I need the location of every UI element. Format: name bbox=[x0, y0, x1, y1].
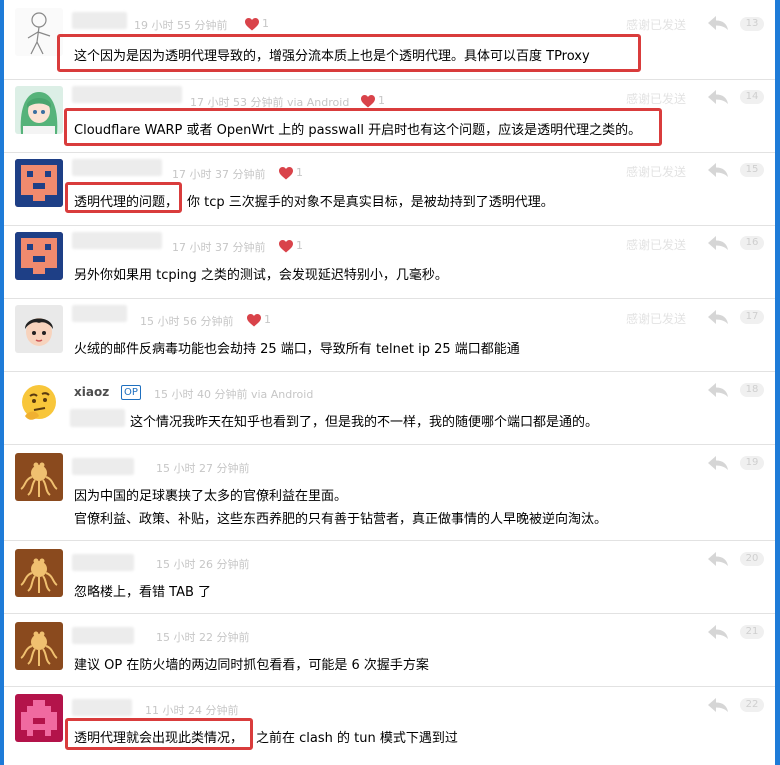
reply-time: 15 小时 27 分钟前 bbox=[156, 462, 250, 475]
spaghetti-monster-avatar[interactable] bbox=[15, 453, 63, 501]
floor-number: 13 bbox=[740, 17, 764, 31]
thank-sent-label: 感谢已发送 bbox=[626, 165, 687, 179]
reply-item: 17 小时 53 分钟前 via Android 1 感谢已发送 14 Clou… bbox=[4, 80, 775, 153]
reply-arrow-icon[interactable] bbox=[707, 309, 729, 325]
highlight-box bbox=[57, 34, 641, 72]
thank-sent-label: 感谢已发送 bbox=[626, 312, 687, 326]
pixel-invader-avatar[interactable] bbox=[15, 159, 63, 207]
username-redacted bbox=[72, 86, 182, 103]
heart-icon bbox=[279, 240, 293, 253]
reply-time: 19 小时 55 分钟前 bbox=[134, 19, 228, 32]
reply-time: 11 小时 24 分钟前 bbox=[145, 704, 239, 717]
reply-arrow-icon[interactable] bbox=[707, 697, 729, 713]
reply-content: 因为中国的足球裹挟了太多的官僚利益在里面。 bbox=[74, 489, 348, 504]
thank-sent-label: 感谢已发送 bbox=[626, 238, 687, 252]
heart-icon bbox=[247, 314, 261, 327]
username-redacted bbox=[72, 554, 134, 571]
reply-content: 之前在 clash 的 tun 模式下遇到过 bbox=[256, 731, 458, 746]
thinking-emoji-avatar[interactable] bbox=[15, 380, 63, 428]
reply-content: 忽略楼上，看错 TAB 了 bbox=[74, 585, 212, 600]
reply-item: xiaoz OP 15 小时 40 分钟前 via Android 18 这个情… bbox=[4, 372, 775, 445]
reply-content: 你 tcp 三次握手的对象不是真实目标，是被劫持到了透明代理。 bbox=[187, 195, 554, 210]
username[interactable]: xiaoz bbox=[74, 385, 109, 399]
heart-icon bbox=[245, 18, 259, 31]
sketch-figure-avatar[interactable] bbox=[15, 8, 63, 56]
floor-number: 15 bbox=[740, 163, 764, 177]
username-redacted bbox=[72, 699, 132, 716]
reply-item: 15 小时 26 分钟前 20 忽略楼上，看错 TAB 了 bbox=[4, 541, 775, 614]
username-redacted bbox=[72, 12, 127, 29]
pink-pixel-avatar[interactable] bbox=[15, 694, 63, 742]
spaghetti-monster-avatar[interactable] bbox=[15, 549, 63, 597]
window-frame-right bbox=[775, 0, 780, 765]
reply-time: 15 小时 22 分钟前 bbox=[156, 631, 250, 644]
reply-item: 19 小时 55 分钟前 1 感谢已发送 13 这个因为是因为透明代理导致的，增… bbox=[4, 0, 775, 80]
thank-sent-label: 感谢已发送 bbox=[626, 92, 687, 106]
floor-number: 22 bbox=[740, 698, 764, 712]
reply-arrow-icon[interactable] bbox=[707, 624, 729, 640]
floor-number: 14 bbox=[740, 90, 764, 104]
reply-item: 15 小时 56 分钟前 1 感谢已发送 17 火绒的邮件反病毒功能也会劫持 2… bbox=[4, 299, 775, 372]
reply-list: 19 小时 55 分钟前 1 感谢已发送 13 这个因为是因为透明代理导致的，增… bbox=[4, 0, 775, 765]
reply-arrow-icon[interactable] bbox=[707, 162, 729, 178]
heart-count: 1 bbox=[262, 17, 269, 30]
floor-number: 17 bbox=[740, 310, 764, 324]
username-redacted bbox=[72, 305, 127, 322]
thank-sent-label: 感谢已发送 bbox=[626, 18, 687, 32]
reply-content: 另外你如果用 tcping 之类的测试，会发现延迟特别小，几毫秒。 bbox=[74, 268, 448, 283]
reply-content: 建议 OP 在防火墙的两边同时抓包看看，可能是 6 次握手方案 bbox=[74, 658, 429, 673]
reply-item: 15 小时 27 分钟前 19 因为中国的足球裹挟了太多的官僚利益在里面。 官僚… bbox=[4, 445, 775, 541]
reply-time: 17 小时 37 分钟前 bbox=[172, 241, 266, 254]
floor-number: 20 bbox=[740, 552, 764, 566]
reply-item: 11 小时 24 分钟前 22 透明代理就会出现此类情况， 之前在 clash … bbox=[4, 687, 775, 765]
anime-girl-avatar[interactable] bbox=[15, 86, 63, 134]
username-redacted bbox=[72, 159, 162, 176]
highlight-box bbox=[65, 182, 182, 213]
reply-arrow-icon[interactable] bbox=[707, 455, 729, 471]
heart-count: 1 bbox=[264, 313, 271, 326]
op-badge: OP bbox=[121, 385, 141, 400]
username-redacted bbox=[72, 458, 134, 475]
reply-arrow-icon[interactable] bbox=[707, 15, 729, 31]
reply-arrow-icon[interactable] bbox=[707, 235, 729, 251]
floor-number: 18 bbox=[740, 383, 764, 397]
reply-content: 这个情况我昨天在知乎也看到了，但是我的不一样，我的随便哪个端口都是通的。 bbox=[130, 415, 599, 430]
heart-count: 1 bbox=[378, 94, 385, 107]
floor-number: 16 bbox=[740, 236, 764, 250]
highlight-box bbox=[64, 108, 662, 146]
heart-count: 1 bbox=[296, 239, 303, 252]
spaghetti-monster-avatar[interactable] bbox=[15, 622, 63, 670]
heart-count: 1 bbox=[296, 166, 303, 179]
username-redacted bbox=[72, 627, 134, 644]
reply-item: 15 小时 22 分钟前 21 建议 OP 在防火墙的两边同时抓包看看，可能是 … bbox=[4, 614, 775, 687]
reply-content: 火绒的邮件反病毒功能也会劫持 25 端口，导致所有 telnet ip 25 端… bbox=[74, 342, 520, 357]
reply-content-line2: 官僚利益、政策、补贴，这些东西养肥的只有善于钻营者，真正做事情的人早晚被逆向淘汰… bbox=[74, 512, 608, 527]
heart-icon bbox=[279, 167, 293, 180]
floor-number: 21 bbox=[740, 625, 764, 639]
reply-arrow-icon[interactable] bbox=[707, 551, 729, 567]
floor-number: 19 bbox=[740, 456, 764, 470]
reply-time: 15 小时 56 分钟前 bbox=[140, 315, 234, 328]
cartoon-boy-avatar[interactable] bbox=[15, 305, 63, 353]
reply-time: 17 小时 37 分钟前 bbox=[172, 168, 266, 181]
heart-icon bbox=[361, 95, 375, 108]
reply-time: 15 小时 26 分钟前 bbox=[156, 558, 250, 571]
reply-arrow-icon[interactable] bbox=[707, 89, 729, 105]
reply-item: 17 小时 37 分钟前 1 感谢已发送 15 透明代理的问题， 你 tcp 三… bbox=[4, 153, 775, 226]
redacted-mention bbox=[70, 409, 125, 427]
reply-time: 15 小时 40 分钟前 via Android bbox=[154, 388, 314, 401]
highlight-box bbox=[65, 718, 253, 750]
reply-item: 17 小时 37 分钟前 1 感谢已发送 16 另外你如果用 tcping 之类… bbox=[4, 226, 775, 299]
username-redacted bbox=[72, 232, 162, 249]
reply-arrow-icon[interactable] bbox=[707, 382, 729, 398]
pixel-invader-avatar[interactable] bbox=[15, 232, 63, 280]
